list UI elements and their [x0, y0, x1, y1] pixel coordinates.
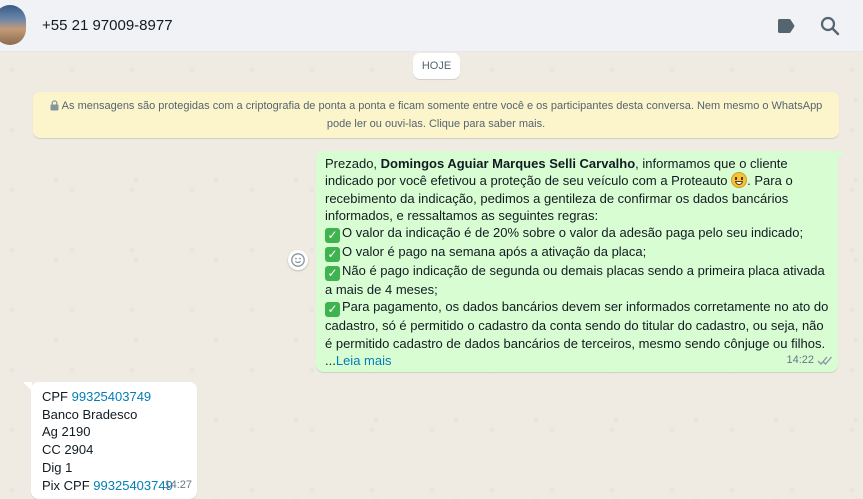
greeting-text: Prezado,	[325, 156, 381, 171]
search-icon[interactable]	[818, 14, 842, 38]
pix-label: Pix CPF	[42, 477, 94, 493]
emoji-icon	[291, 253, 305, 267]
message-time: 14:27	[164, 479, 192, 492]
contact-name[interactable]: +55 21 97009-8977	[42, 17, 173, 34]
ellipsis: ...	[325, 353, 336, 369]
rule-item: Para pagamento, os dados bancários devem…	[325, 299, 829, 351]
agency-line: Ag 2190	[42, 424, 91, 440]
avatar[interactable]	[0, 5, 26, 45]
digit-line: Dig 1	[42, 459, 73, 475]
rule-item: Não é pago indicação de segunda ou demai…	[325, 263, 825, 298]
incoming-message[interactable]: CPF 99325403749 Banco Bradesco Ag 2190 C…	[31, 382, 197, 499]
check-mark-icon: ✓	[325, 266, 340, 282]
account-line: CC 2904	[42, 442, 94, 458]
encryption-notice-text: As mensagens são protegidas com a cripto…	[61, 100, 823, 130]
cpf-phone-link[interactable]: 99325403749	[72, 389, 152, 404]
grinning-emoji-icon	[731, 172, 748, 189]
message-meta: 14:22	[786, 352, 833, 369]
rule-item: O valor da indicação é de 20% sobre o va…	[342, 225, 804, 241]
message-body: Prezado, Domingos Aguiar Marques Selli C…	[325, 155, 829, 369]
rule-item: O valor é pago na semana após a ativação…	[342, 244, 647, 260]
lock-icon	[50, 100, 59, 111]
cpf-label: CPF	[42, 389, 72, 404]
double-check-icon	[817, 356, 832, 365]
date-separator: HOJE	[413, 53, 460, 79]
react-button[interactable]	[288, 250, 308, 270]
recipient-name: Domingos Aguiar Marques Selli Carvalho	[380, 156, 636, 171]
cpf-line: CPF 99325403749	[42, 388, 186, 406]
message-time: 14:22	[786, 353, 814, 366]
chat-header: +55 21 97009-8977	[0, 0, 863, 52]
check-mark-icon: ✓	[325, 228, 340, 244]
pix-phone-link[interactable]: 99325403749	[93, 478, 173, 493]
outgoing-message[interactable]: Prezado, Domingos Aguiar Marques Selli C…	[316, 151, 838, 372]
bank-line: Banco Bradesco	[42, 406, 138, 422]
encryption-notice[interactable]: As mensagens são protegidas com a cripto…	[33, 92, 839, 138]
check-mark-icon: ✓	[325, 247, 340, 263]
read-more-link[interactable]: Leia mais	[336, 353, 392, 368]
label-icon[interactable]	[774, 14, 798, 38]
check-mark-icon: ✓	[325, 302, 340, 318]
